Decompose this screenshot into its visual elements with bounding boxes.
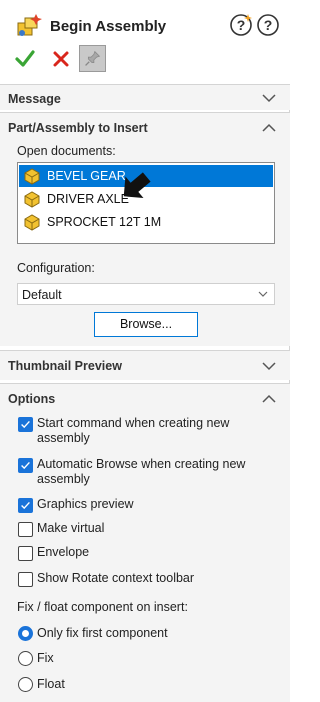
envelope-checkbox[interactable] [18, 546, 33, 561]
part-icon [24, 168, 40, 185]
checkmark-icon [21, 420, 30, 429]
chevron-down-icon [258, 291, 268, 297]
checkbox-label: Start command when creating new assembly [37, 416, 230, 445]
configuration-value: Default [22, 288, 62, 302]
automatic-browse-checkbox-row[interactable]: Automatic Browse when creating new assem… [18, 457, 278, 490]
float-radio-row[interactable]: Float [18, 677, 278, 693]
graphics-preview-checkbox[interactable] [18, 498, 33, 513]
browse-button[interactable]: Browse... [94, 312, 198, 337]
chevron-down-icon[interactable] [262, 361, 276, 371]
envelope-checkbox-row[interactable]: Envelope [18, 545, 278, 562]
document-name: BEVEL GEAR [47, 169, 126, 183]
fix-radio-row[interactable]: Fix [18, 651, 278, 667]
thumbnail-preview-group[interactable]: Thumbnail Preview [0, 350, 290, 380]
svg-text:?: ? [237, 17, 246, 33]
svg-text:?: ? [264, 17, 273, 33]
begin-assembly-icon [17, 14, 42, 36]
show-rotate-toolbar-checkbox-row[interactable]: Show Rotate context toolbar [18, 571, 278, 588]
document-name: SPROCKET 12T 1M [47, 215, 162, 229]
part-icon [24, 214, 40, 231]
thumbnail-group-title: Thumbnail Preview [8, 359, 122, 373]
list-item-sprocket-12t-1m[interactable]: SPROCKET 12T 1M [19, 211, 273, 233]
part-insert-group-title: Part/Assembly to Insert [8, 121, 148, 135]
chevron-up-icon[interactable] [262, 123, 276, 133]
fix-float-label: Fix / float component on insert: [17, 600, 188, 614]
configuration-label: Configuration: [17, 261, 95, 275]
chevron-down-icon[interactable] [262, 93, 276, 103]
fix-radio[interactable] [18, 651, 33, 666]
checkbox-label: Envelope [37, 545, 90, 559]
only-fix-first-radio[interactable] [18, 626, 33, 641]
chevron-up-icon[interactable] [262, 394, 276, 404]
make-virtual-checkbox-row[interactable]: Make virtual [18, 521, 278, 538]
property-manager-header: Begin Assembly ? ? [0, 0, 290, 88]
checkbox-label: Graphics preview [37, 497, 134, 511]
radio-label: Float [37, 677, 65, 691]
whats-new-help-icon[interactable]: ? [229, 13, 253, 37]
pointer-arrow-icon [123, 172, 151, 199]
start-command-checkbox[interactable] [18, 417, 33, 432]
radio-label: Only fix first component [37, 626, 168, 640]
checkbox-label: Automatic Browse when creating new assem… [37, 457, 246, 486]
automatic-browse-checkbox[interactable] [18, 458, 33, 473]
start-command-checkbox-row[interactable]: Start command when creating new assembly [18, 416, 278, 449]
property-manager-pane: Begin Assembly ? ? Message Part/Assembly… [0, 0, 290, 702]
message-group-title: Message [8, 92, 61, 106]
pushpin-icon [85, 50, 101, 66]
open-documents-label: Open documents: [17, 144, 116, 158]
checkbox-label: Show Rotate context toolbar [37, 571, 195, 585]
show-rotate-toolbar-checkbox[interactable] [18, 572, 33, 587]
message-group[interactable]: Message [0, 84, 290, 110]
only-fix-first-radio-row[interactable]: Only fix first component [18, 626, 278, 642]
checkmark-icon [21, 461, 30, 470]
configuration-select[interactable]: Default [17, 283, 275, 305]
cancel-button[interactable] [50, 48, 72, 70]
graphics-preview-checkbox-row[interactable]: Graphics preview [18, 497, 278, 514]
checkmark-icon [21, 501, 30, 510]
part-icon [24, 191, 40, 208]
radio-label: Fix [37, 651, 54, 665]
keep-visible-pushpin-button[interactable] [79, 45, 106, 72]
help-icon[interactable]: ? [256, 13, 280, 37]
page-title: Begin Assembly [50, 18, 167, 35]
float-radio[interactable] [18, 677, 33, 692]
checkbox-label: Make virtual [37, 521, 105, 535]
options-group-title: Options [8, 392, 56, 406]
document-name: DRIVER AXLE [47, 192, 129, 206]
ok-button[interactable] [14, 48, 36, 70]
make-virtual-checkbox[interactable] [18, 522, 33, 537]
